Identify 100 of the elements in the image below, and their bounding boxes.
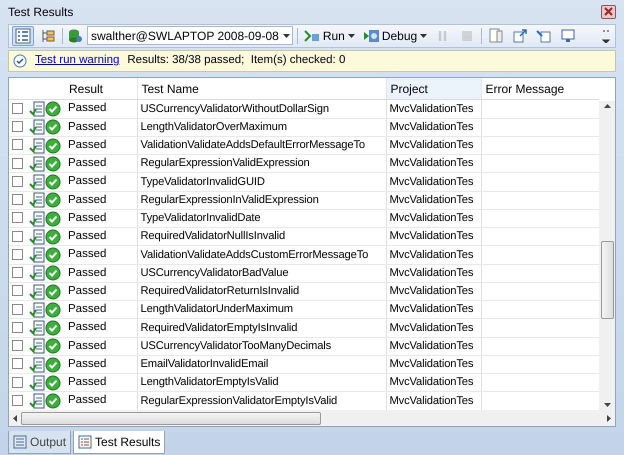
checkbox[interactable] [12,358,23,370]
checkbox[interactable] [12,248,23,260]
caret-icon [348,34,355,38]
passed-icon [45,156,61,172]
test-document-icon [29,320,45,336]
passed-icon [45,174,61,190]
results-summary: Results: 38/38 passed; Item(s) checked: 0 [127,53,346,68]
checkbox[interactable] [12,285,23,296]
table-cell: Passed [65,209,137,228]
passed-icon [45,247,61,264]
table-cell: MvcValidationTes [386,337,481,356]
table-cell: LengthValidatorOverMaximum [137,118,386,136]
test-document-icon [29,192,45,208]
table-cell: LengthValidatorUnderMaximum [137,300,386,319]
checkbox[interactable] [12,139,23,150]
debug-icon [362,28,379,44]
checkbox[interactable] [12,212,23,224]
table-cell: RegularExpressionInValidExpression [137,191,386,210]
table-cell: MvcValidationTes [386,318,481,338]
passed-icon [45,393,61,410]
caret-icon [420,34,428,38]
checkbox[interactable] [12,230,23,242]
checkbox[interactable] [12,102,23,114]
table-cell: Passed [65,172,137,192]
horizontal-scrollbar[interactable] [9,410,615,426]
checkbox[interactable] [12,121,23,132]
column-header[interactable]: Project [386,78,481,100]
debug-button[interactable]: Debug [360,26,430,46]
caret-icon [282,34,290,38]
passed-icon [45,119,61,136]
passed-icon [45,284,61,300]
close-button[interactable] [601,4,616,19]
list-icon [78,435,92,450]
checkbox[interactable] [12,322,23,333]
table-cell: MvcValidationTes [386,374,481,392]
test-document-icon [29,356,45,373]
table-cell: ValidationValidateAddsCustomErrorMessageTo [137,246,386,264]
table-cell: USCurrencyValidatorTooManyDecimals [137,337,386,356]
table-cell: Passed [65,246,137,264]
checkbox[interactable] [12,394,23,406]
checkbox[interactable] [12,176,23,187]
passed-icon [45,265,61,282]
passed-icon [45,210,61,227]
test-document-icon [29,138,45,154]
checkbox[interactable] [12,340,23,352]
scroll-left-icon [13,414,17,422]
test-document-icon [29,265,45,282]
table-cell: Passed [65,154,137,173]
output-icon [13,435,27,450]
checkbox[interactable] [12,376,23,388]
table-cell: TypeValidatorInvalidDate [137,209,386,228]
test-document-icon [29,374,45,391]
table-cell: MvcValidationTes [386,191,481,210]
passed-icon [45,192,61,208]
passed-icon [45,320,61,336]
checkbox[interactable] [12,304,23,315]
scroll-right-icon [607,414,611,422]
overflow-button[interactable] [600,28,612,44]
table-cell: Passed [65,136,137,155]
table-cell: MvcValidationTes [386,355,481,374]
column-header[interactable]: Test Name [137,78,386,100]
vertical-scrollbar[interactable] [599,100,615,410]
scroll-thumb[interactable] [21,412,321,425]
table-cell: Passed [65,264,137,282]
test-document-icon [29,174,45,190]
table-cell: MvcValidationTes [386,172,481,192]
tab[interactable]: Test Results [73,431,166,454]
test-document-icon [29,247,45,264]
table-cell: RegularExpressionValidExpression [137,154,386,173]
scroll-down-icon [604,403,610,408]
database-icon [67,28,83,44]
window-title: Test Results [8,4,74,21]
table-cell: MvcValidationTes [386,118,481,136]
table-cell: MvcValidationTes [386,228,481,246]
list-view-button[interactable] [12,26,34,46]
table-cell: Passed [65,374,137,392]
tab[interactable]: Output [8,431,72,454]
table-cell: LengthValidatorEmptyIsValid [137,374,386,392]
table-cell: Passed [65,282,137,301]
checkbox[interactable] [12,158,23,169]
test-document-icon [29,119,45,136]
table-cell: Passed [65,228,137,246]
table-cell: MvcValidationTes [386,209,481,228]
checkbox[interactable] [12,194,23,206]
table-cell: Passed [65,337,137,356]
table-cell: Passed [65,100,137,118]
table-cell: USCurrencyValidatorWithoutDollarSign [137,100,386,118]
run-selector[interactable]: swalther@SWLAPTOP 2008-09-08 [87,26,293,46]
warning-link[interactable]: Test run warning [35,52,120,70]
test-document-icon [29,338,45,354]
table-cell: RequiredValidatorEmptyIsInvalid [137,318,386,338]
checkbox[interactable] [12,267,23,278]
passed-icon [45,138,61,154]
table-cell: RequiredValidatorReturnIsInvalid [137,282,386,301]
column-header[interactable]: Result [65,78,137,100]
column-header[interactable]: Error Message [481,78,599,100]
run-button[interactable]: Run [302,26,357,46]
scroll-thumb[interactable] [600,241,614,320]
table-cell: MvcValidationTes [386,136,481,155]
table-cell: MvcValidationTes [386,300,481,319]
